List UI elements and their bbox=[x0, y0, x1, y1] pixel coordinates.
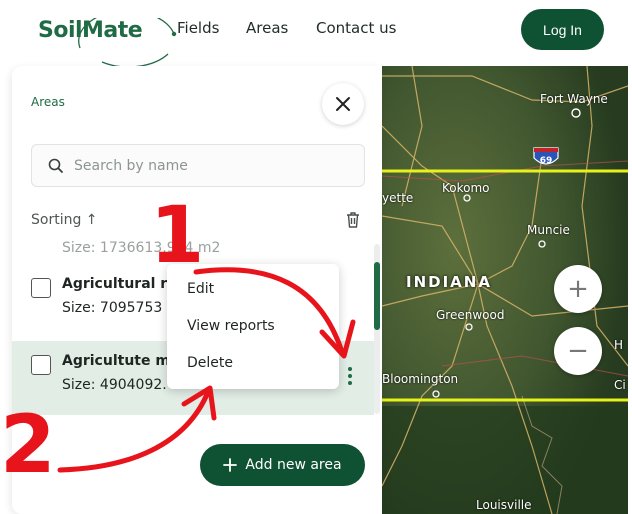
row-checkbox[interactable] bbox=[31, 355, 51, 375]
map-label-yette: yette bbox=[382, 191, 414, 205]
map-label-greenwood: Greenwood bbox=[436, 308, 505, 322]
search-icon bbox=[48, 158, 63, 173]
nav-contact-us[interactable]: Contact us bbox=[316, 19, 396, 37]
trash-icon[interactable] bbox=[345, 211, 361, 229]
close-icon bbox=[336, 97, 350, 111]
context-menu: Edit View reports Delete bbox=[167, 264, 339, 389]
zoom-in-button[interactable]: + bbox=[554, 265, 602, 313]
step-1-label: 1 bbox=[150, 191, 205, 281]
page: SoilMate Fields Areas Contact us Log In bbox=[0, 0, 632, 514]
row-name: Agricultute m bbox=[62, 353, 170, 369]
logo-text: SoilMate bbox=[38, 18, 143, 43]
map-label-muncie: Muncie bbox=[527, 223, 570, 237]
zoom-out-button[interactable]: − bbox=[554, 327, 602, 375]
plus-icon bbox=[223, 458, 238, 472]
search-field[interactable] bbox=[31, 144, 365, 187]
map-label-ci: Ci bbox=[614, 378, 626, 392]
menu-item-edit[interactable]: Edit bbox=[187, 281, 214, 297]
row-size: Size: 4904092. bbox=[62, 377, 167, 393]
map-label-fort-wayne: Fort Wayne bbox=[540, 92, 608, 106]
sorting-toggle[interactable]: Sorting ↑ bbox=[31, 212, 98, 228]
map-label-louisville: Louisville bbox=[476, 498, 532, 512]
menu-item-delete[interactable]: Delete bbox=[187, 355, 233, 371]
logo[interactable]: SoilMate bbox=[36, 12, 177, 66]
row-checkbox[interactable] bbox=[31, 278, 51, 298]
satellite-map[interactable]: 69 Fort Wayne Kokomo yette Muncie INDIAN… bbox=[382, 66, 628, 514]
more-options-icon[interactable] bbox=[345, 365, 355, 387]
map-label-bloomington: Bloomington bbox=[382, 372, 459, 386]
nav-areas[interactable]: Areas bbox=[246, 19, 288, 37]
map-label-kokomo: Kokomo bbox=[442, 181, 490, 195]
step-2-label: 2 bbox=[0, 398, 56, 491]
map-label-indiana: INDIANA bbox=[406, 273, 492, 291]
scrollbar-thumb[interactable] bbox=[374, 262, 380, 330]
add-new-area-label: Add new area bbox=[245, 457, 342, 473]
interstate-69-label: 69 bbox=[540, 156, 553, 166]
map-label-h: H bbox=[614, 338, 624, 352]
login-button[interactable]: Log In bbox=[521, 9, 604, 50]
menu-item-view-reports[interactable]: View reports bbox=[187, 318, 275, 334]
nav-fields[interactable]: Fields bbox=[177, 19, 219, 37]
panel-title: Areas bbox=[31, 95, 65, 109]
row-size: Size: 7095753 bbox=[62, 300, 163, 316]
close-button[interactable] bbox=[322, 83, 364, 125]
top-navbar: SoilMate Fields Areas Contact us Log In bbox=[0, 0, 632, 66]
search-input[interactable] bbox=[74, 145, 354, 186]
add-new-area-button[interactable]: Add new area bbox=[200, 444, 365, 486]
